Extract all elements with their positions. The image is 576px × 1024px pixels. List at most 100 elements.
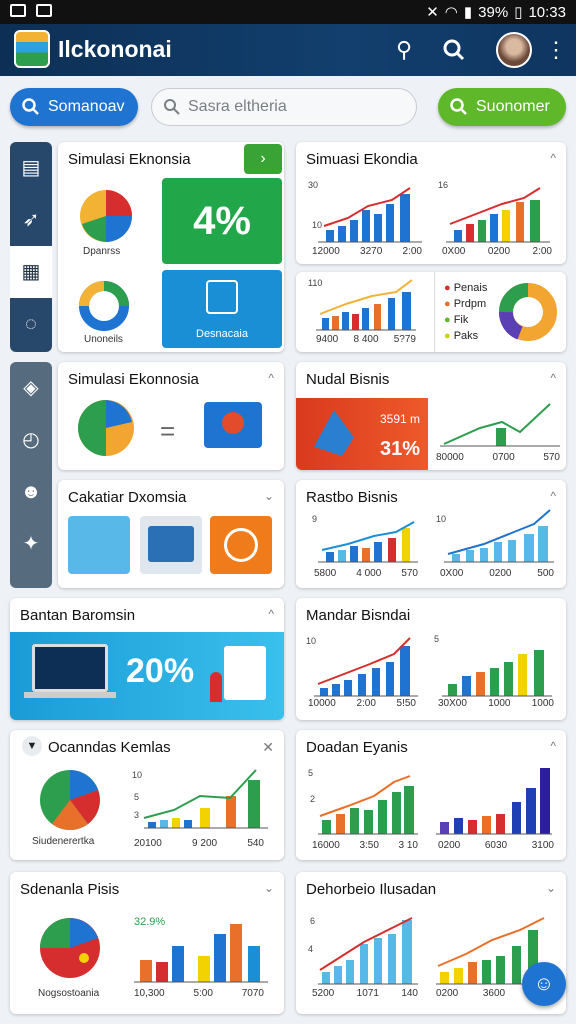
- banner-tile[interactable]: 3591 m 31%: [296, 398, 428, 470]
- collapse-icon[interactable]: ^: [550, 151, 556, 165]
- y-tick: 10: [312, 220, 323, 230]
- x-axis-ticks: 5200 1071 140: [312, 988, 418, 999]
- rail-item-sport-icon[interactable]: ✦: [10, 518, 52, 570]
- card-mini-charts[interactable]: 110 9400 8 400 5?79 ● Penais ● Prdpm ● Fik…: [296, 272, 566, 352]
- rail-item-user-icon[interactable]: ☻: [10, 466, 52, 518]
- y-tick: 110: [308, 278, 323, 288]
- card-sdenanla-pisis[interactable]: Sdenanla Pisis ⌄ Nogsostoania 32.9% 10,3…: [10, 872, 284, 1014]
- card-title: Nudal Bisnis: [306, 371, 390, 388]
- y-tick: 16: [438, 180, 449, 190]
- search-icon: [22, 98, 39, 115]
- expand-icon[interactable]: ⌄: [264, 881, 274, 895]
- card-title: Bantan Baromsin: [20, 607, 136, 624]
- open-card-button[interactable]: ›: [244, 144, 282, 174]
- more-menu-icon[interactable]: ⋮: [542, 36, 570, 64]
- left-action-button[interactable]: Somanoav: [10, 88, 138, 126]
- target-icon: [222, 412, 244, 434]
- profile-icon[interactable]: ⚲: [390, 36, 418, 64]
- card-title: Sdenanla Pisis: [20, 881, 120, 898]
- donut-chart: [499, 283, 557, 341]
- right-action-button[interactable]: Suonomer: [438, 88, 566, 126]
- card-simulasi-ekonnosia[interactable]: Simulasi Ekonnosia ^ =: [58, 362, 284, 470]
- x-axis-ticks: 10000 2:00 5!50: [308, 698, 416, 709]
- rail-item-runner-icon[interactable]: ➶: [10, 194, 52, 246]
- rail-item-clock-icon[interactable]: ◴: [10, 414, 52, 466]
- banner-percent: 31%: [380, 438, 421, 460]
- person-icon: [210, 672, 222, 702]
- card-cakatiar-dxomsia[interactable]: Cakatiar Dxomsia ⌄: [58, 480, 284, 588]
- ball-icon[interactable]: [210, 516, 272, 574]
- y-tick: 5: [308, 768, 314, 778]
- card-title: Doadan Eyanis: [306, 739, 408, 756]
- close-icon[interactable]: ✕: [262, 739, 274, 756]
- tile-label: Desnacaia: [196, 328, 248, 340]
- collapse-icon[interactable]: ^: [268, 371, 274, 385]
- image-icon: [206, 280, 238, 314]
- card-mandar-bisndai[interactable]: Mandar Bisndai 10 10000 2:00 5!50 5 30X00 1…: [296, 598, 566, 720]
- pie-label: Nogsostoania: [38, 988, 100, 999]
- x-axis-ticks: 9400 8 400 5?79: [316, 334, 416, 345]
- y-tick: 10: [436, 514, 447, 524]
- card-title: Simulasi Ekonnosia: [68, 371, 199, 388]
- search-input[interactable]: Sasra eltheria: [151, 88, 417, 126]
- donut-label: Unoneils: [84, 334, 123, 345]
- x-axis-ticks: 12000 3270 2:00: [312, 246, 422, 257]
- image-tile[interactable]: Desnacaia: [162, 270, 282, 348]
- legend-item: ● Paks: [444, 330, 479, 342]
- card-ocanndas-kemlas[interactable]: ▼ Ocanndas Kemlas ✕ Siudenerertka 10 5 3…: [10, 730, 284, 860]
- x-axis-ticks: 30X00 1000 1000: [438, 698, 554, 709]
- x-axis-ticks: 20100 9 200 540: [134, 838, 264, 849]
- collapse-icon[interactable]: ^: [550, 371, 556, 385]
- right-action-label: Suonomer: [476, 98, 550, 115]
- battery-icon: ▯: [514, 4, 523, 21]
- card-simuasi-ekondia[interactable]: Simuasi Ekondia ^ 12000 3270 2:00 30 10 16…: [296, 142, 566, 264]
- combo-chart-left: [314, 637, 418, 697]
- combo-chart-right: [444, 509, 554, 563]
- star-hand-icon: [314, 410, 354, 456]
- status-bar: ✕ ◠ ▮ 39% ▯ 10:33: [0, 0, 576, 24]
- card-nudal-bisnis[interactable]: Nudal Bisnis ^ 3591 m 31% 80000 0700 570: [296, 362, 566, 470]
- y-tick: 10: [132, 770, 143, 780]
- shield-icon: ▼: [22, 736, 42, 756]
- rail-item-tag-icon[interactable]: ◈: [10, 362, 52, 414]
- app-logo: [14, 30, 50, 68]
- expand-icon[interactable]: ⌄: [264, 489, 274, 503]
- floating-user-button[interactable]: ☺: [522, 962, 566, 1006]
- wifi-icon: ◠: [444, 4, 458, 21]
- rail-item-chat-icon[interactable]: ◌: [10, 298, 52, 350]
- avatar[interactable]: [496, 32, 532, 68]
- clock: 10:33: [528, 3, 566, 21]
- collapse-icon[interactable]: ^: [550, 739, 556, 753]
- browser-chart-icon[interactable]: [140, 516, 202, 574]
- y-tick: 3: [134, 810, 140, 820]
- donut-chart: [79, 281, 129, 331]
- rail-item-report-icon[interactable]: ▦: [10, 246, 52, 298]
- y-tick: 5: [134, 792, 140, 802]
- x-axis-ticks: 80000 0700 570: [436, 452, 560, 463]
- kpi-tile[interactable]: 4%: [162, 178, 282, 264]
- side-rail-top: ▤ ➶ ▦ ◌: [10, 142, 52, 352]
- expand-icon[interactable]: ⌄: [546, 881, 556, 895]
- card-bantan-baromsin[interactable]: Bantan Baromsin ^ 20%: [10, 598, 284, 720]
- y-tick: 9: [312, 514, 318, 524]
- laptop-base: [24, 692, 116, 698]
- card-simulasi-ekonomi[interactable]: Simulasi Eknonsia › Dpanrss Unoneils 4% …: [58, 142, 284, 352]
- app-title: Ilckononai: [58, 36, 172, 62]
- x-axis-ticks: 16000 3:50 3 10: [312, 840, 418, 851]
- side-rail-bottom: ◈ ◴ ☻ ✦: [10, 362, 52, 588]
- search-icon[interactable]: [440, 36, 468, 64]
- card-rastbo-bisnis[interactable]: Rastbo Bisnis ^ 9 5800 4 000 570 10 0X00 02…: [296, 480, 566, 588]
- x-axis-ticks: 10,300 5:00 7070: [134, 988, 264, 999]
- promo-banner[interactable]: 20%: [10, 632, 284, 720]
- bar-chart: [134, 924, 268, 983]
- card-doadan-eyanis[interactable]: Doadan Eyanis ^ 5 2 16000 3:50 3 10 0200 60…: [296, 730, 566, 860]
- combo-chart-left: [318, 521, 418, 563]
- collapse-icon[interactable]: ^: [550, 489, 556, 503]
- laptop-map-icon: [32, 644, 108, 692]
- line-chart: [440, 403, 560, 447]
- collapse-icon[interactable]: ^: [268, 607, 274, 621]
- chart-tile-icon[interactable]: [68, 516, 130, 574]
- combo-chart-left: [318, 917, 418, 985]
- rail-item-book-icon[interactable]: ▤: [10, 142, 52, 194]
- y-tick: 10: [306, 636, 317, 646]
